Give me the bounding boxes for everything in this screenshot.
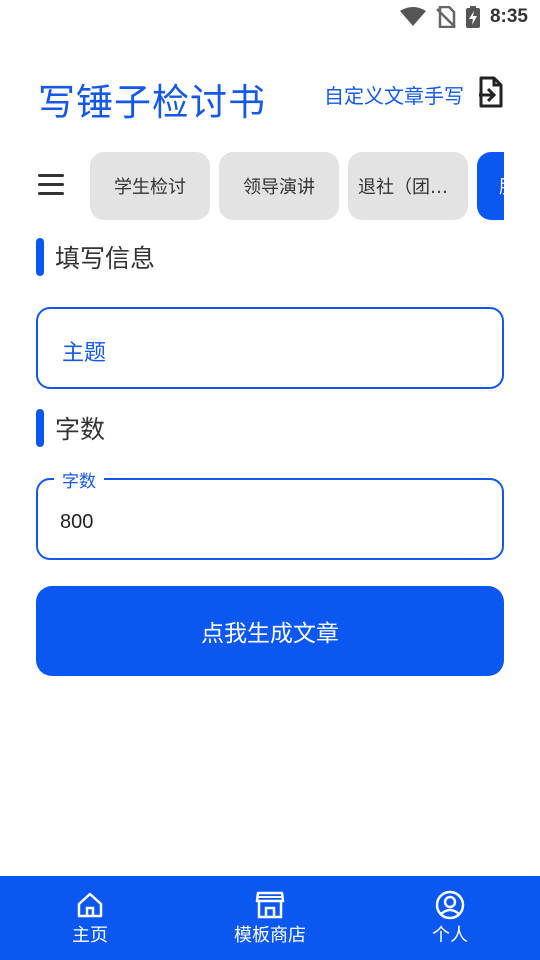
generate-article-button[interactable]: 点我生成文章 <box>36 586 504 676</box>
status-bar: 8:35 <box>0 0 540 36</box>
tab-label: 学生检讨 <box>114 177 186 198</box>
home-icon <box>76 890 104 920</box>
accent-bar <box>36 238 44 276</box>
custom-article-link[interactable]: 自定义文章手写 <box>324 76 504 112</box>
tab-label: 退社（团… <box>358 177 448 198</box>
tab-leader-speech[interactable]: 领导演讲 <box>219 152 339 220</box>
nav-item-store[interactable]: 模板商店 <box>180 876 360 960</box>
section-heading-info: 填写信息 <box>36 238 155 276</box>
word-count-input[interactable]: 字数 800 <box>36 467 504 560</box>
app-title: 写锤子检讨书 <box>38 81 266 124</box>
user-icon <box>435 890 465 920</box>
bottom-nav: 主页 模板商店 个人 <box>0 876 540 960</box>
nav-item-home[interactable]: 主页 <box>0 876 180 960</box>
tab-active-partial[interactable]: 服 <box>477 152 504 220</box>
nav-label: 个人 <box>432 924 468 946</box>
tab-quit-club[interactable]: 退社（团… <box>348 152 468 220</box>
topic-input[interactable]: 主题 <box>36 307 504 389</box>
document-import-icon[interactable] <box>478 76 504 112</box>
wifi-icon <box>399 7 426 27</box>
nav-label: 模板商店 <box>234 924 306 946</box>
category-row: 学生检讨 领导演讲 退社（团… 服 <box>0 152 540 220</box>
no-sim-icon <box>436 6 456 28</box>
section-title: 填写信息 <box>55 244 156 273</box>
generate-button-label: 点我生成文章 <box>201 621 339 647</box>
status-time: 8:35 <box>489 6 528 27</box>
section-heading-words: 字数 <box>36 409 105 447</box>
category-tabs[interactable]: 学生检讨 领导演讲 退社（团… 服 <box>90 152 504 220</box>
status-icons: 8:35 <box>399 6 528 28</box>
topic-placeholder: 主题 <box>62 341 107 366</box>
tab-label: 服 <box>499 173 504 199</box>
word-count-label: 字数 <box>54 467 104 492</box>
tab-label: 领导演讲 <box>243 177 315 198</box>
battery-charging-icon <box>465 6 480 28</box>
hamburger-menu-icon[interactable] <box>38 174 64 198</box>
section-title: 字数 <box>55 415 106 444</box>
store-icon <box>255 890 285 920</box>
accent-bar <box>36 409 44 447</box>
word-count-value[interactable]: 800 <box>60 511 93 534</box>
tab-student-review[interactable]: 学生检讨 <box>90 152 210 220</box>
custom-article-label[interactable]: 自定义文章手写 <box>324 80 464 109</box>
nav-label: 主页 <box>72 924 108 946</box>
nav-item-profile[interactable]: 个人 <box>360 876 540 960</box>
